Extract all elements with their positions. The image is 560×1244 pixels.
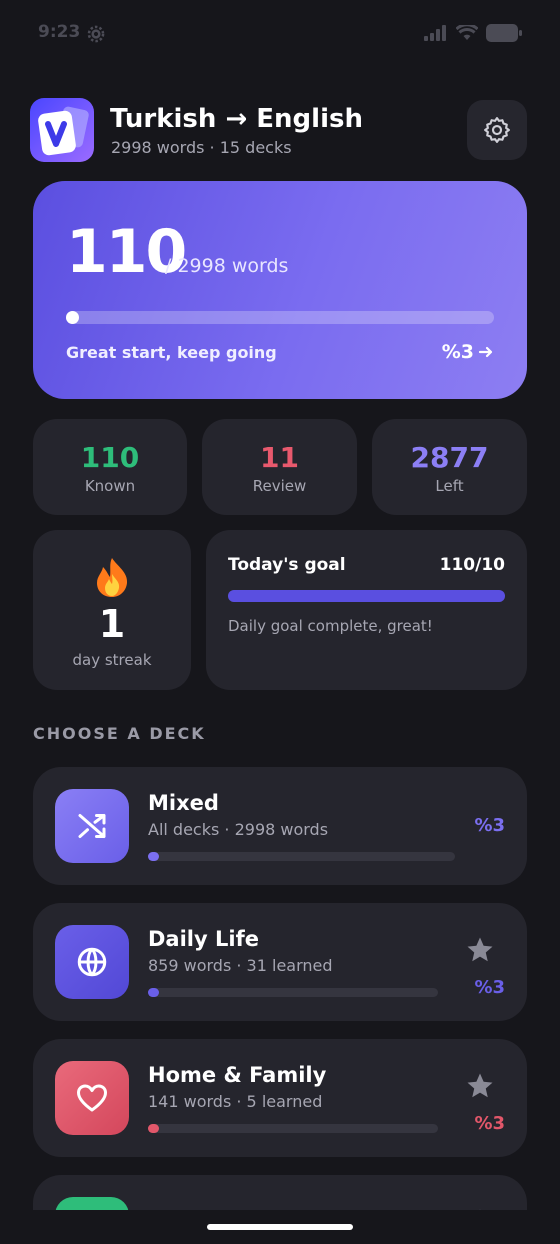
deck-progress-bar [148,852,455,861]
battery-icon [486,24,522,42]
stat-label: Left [435,477,464,495]
deck-name: Daily Life [148,927,259,951]
deck-name: Mixed [148,791,219,815]
deck-percent: %3 [474,1113,505,1134]
stat-value: 2877 [410,441,489,474]
stat-value: 110 [80,441,140,474]
deck-icon [55,1061,129,1135]
daily-goal-card[interactable]: Today's goal 110/10 Daily goal complete,… [206,530,527,690]
gear-icon [87,25,105,43]
deck-icon [55,789,129,863]
deck-name: Home & Family [148,1063,327,1087]
progress-percent: %3 [442,341,494,363]
status-time: 9:23 [38,22,81,42]
stat-known[interactable]: 110 Known [33,419,187,515]
deck-subtitle: 141 words · 5 learned [148,1092,323,1111]
deck-progress-fill [148,988,159,997]
app-logo-icon [38,106,89,156]
gear-icon [484,117,510,143]
globe-icon [77,947,107,977]
stat-label: Review [252,477,307,495]
header: Turkish → English 2998 words · 15 decks [30,98,527,162]
signal-icon [424,25,446,41]
star-icon[interactable] [465,1071,495,1101]
wifi-icon [456,25,478,40]
deck-subtitle: 859 words · 31 learned [148,956,333,975]
settings-button[interactable] [467,100,527,160]
deck-progress-fill [148,852,159,861]
arrow-right-icon [478,346,493,358]
deck-icon [55,925,129,999]
stat-label: Known [84,477,136,495]
total-words: / 2998 words [165,255,289,277]
stat-value: 11 [260,441,299,474]
deck-mixed[interactable]: Mixed All decks · 2998 words %3 [33,767,527,885]
deck-progress-fill [148,1124,159,1133]
deck-subtitle: All decks · 2998 words [148,820,329,839]
streak-count: 1 [98,602,126,646]
status-indicators [424,24,522,42]
streak-label: day streak [72,651,152,669]
goal-progress-bar [228,590,505,602]
goal-title: Today's goal [228,555,346,575]
goal-progress-fill [228,590,505,602]
deck-percent: %3 [474,815,505,836]
stat-review[interactable]: 11 Review [202,419,357,515]
page-subtitle: 2998 words · 15 decks [111,138,292,157]
home-indicator[interactable] [207,1224,353,1230]
page-title: Turkish → English [110,104,363,134]
app-logo [30,98,94,162]
progress-percent-label: %3 [441,341,474,363]
deck-progress-bar [148,1124,438,1133]
goal-message: Daily goal complete, great! [228,617,433,635]
heart-icon [77,1084,107,1112]
goal-value: 110/10 [439,555,505,575]
stat-left[interactable]: 2877 Left [372,419,527,515]
progress-bar [66,311,494,324]
status-bar: 9:23 [0,0,560,70]
progress-bar-fill [66,311,79,324]
progress-message: Great start, keep going [66,343,277,362]
deck-home-family[interactable]: Home & Family 141 words · 5 learned %3 [33,1039,527,1157]
section-title: CHOOSE A DECK [33,724,206,743]
progress-card[interactable]: 110 / 2998 words Great start, keep going… [33,181,527,399]
deck-progress-bar [148,988,438,997]
deck-daily-life[interactable]: Daily Life 859 words · 31 learned %3 [33,903,527,1021]
deck-percent: %3 [474,977,505,998]
fire-icon [97,558,128,597]
streak-card[interactable]: 1 day streak [33,530,191,690]
star-icon[interactable] [465,935,495,965]
shuffle-icon [78,814,106,838]
